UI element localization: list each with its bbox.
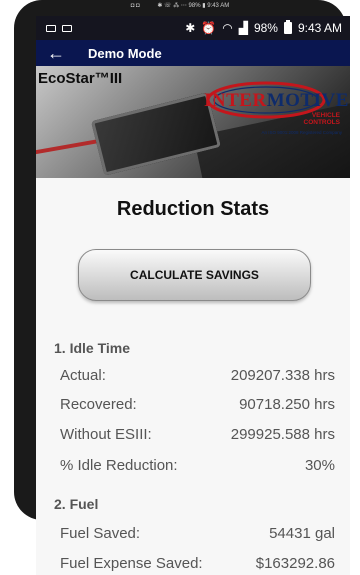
intermotive-logo: INTERMOTIVE VEHICLE CONTROLS An ISO 9001…	[204, 72, 349, 136]
row-label: Fuel Expense Saved:	[60, 554, 203, 572]
app-screen: ✱ ⏰ ◠ ▟ 98% 9:43 AM ← Demo Mode EcoStar™…	[36, 16, 350, 575]
logo-sub-controls: CONTROLS	[303, 119, 340, 126]
clock: 9:43 AM	[297, 21, 342, 35]
row-label: Without ESIII:	[60, 425, 152, 443]
fuel-section-title: 2. Fuel	[54, 496, 99, 512]
app-title: Demo Mode	[88, 45, 162, 61]
idle-actual-row: Actual: 209207.338 hrs	[60, 364, 335, 386]
header-banner: EcoStar™III INTERMOTIVE VEHICLE CONTROLS…	[36, 66, 350, 178]
idle-reduction-row: % Idle Reduction: 30%	[60, 454, 335, 476]
wifi-icon: ◠	[222, 21, 233, 35]
device-top-status: ◘ ◘ ✱ ☏ ⁂ ⋯ 98% ▮ 9:43 AM	[14, 2, 346, 14]
back-button[interactable]: ←	[36, 40, 76, 66]
row-value: $163292.86	[255, 554, 335, 572]
signal-icon: ▟	[238, 21, 248, 35]
fuel-saved-row: Fuel Saved: 54431 gal	[60, 522, 335, 544]
logo-subtitle: VEHICLE CONTROLS	[304, 112, 340, 126]
row-label: Fuel Saved:	[60, 524, 141, 542]
device-top-status-left: ◘ ◘	[130, 3, 140, 9]
alarm-icon: ⏰	[201, 21, 217, 35]
bluetooth-icon: ✱	[185, 21, 196, 35]
battery-icon	[283, 20, 292, 34]
status-bar: ✱ ⏰ ◠ ▟ 98% 9:43 AM	[36, 16, 350, 40]
calculate-savings-button[interactable]: CALCULATE SAVINGS	[78, 249, 311, 301]
row-label: Recovered:	[60, 395, 137, 413]
logo-wordmark: INTERMOTIVE	[204, 90, 349, 112]
battery-percent: 98%	[253, 21, 278, 35]
status-right: ✱ ⏰ ◠ ▟ 98% 9:43 AM	[185, 20, 342, 35]
status-left	[46, 24, 72, 32]
logo-text-inter: INTER	[204, 90, 267, 111]
idle-time-section-title: 1. Idle Time	[54, 340, 130, 356]
idle-recovered-row: Recovered: 90718.250 hrs	[60, 393, 335, 415]
arrow-left-icon: ←	[47, 42, 65, 63]
notification-icon	[46, 24, 56, 32]
idle-without-esiii-row: Without ESIII: 299925.588 hrs	[60, 423, 335, 445]
row-value: 209207.338 hrs	[230, 366, 335, 384]
logo-certification: An ISO 9001:2008 Registered Company	[261, 130, 342, 135]
product-name: EcoStar™III	[38, 70, 123, 87]
device-top-status-right: ✱ ☏ ⁂ ⋯ 98% ▮ 9:43 AM	[157, 3, 230, 9]
message-icon	[62, 24, 72, 32]
fuel-expense-saved-row: Fuel Expense Saved: $163292.86	[60, 552, 335, 574]
logo-sub-vehicle: VEHICLE	[311, 112, 340, 119]
row-label: % Idle Reduction:	[60, 456, 178, 474]
logo-text-motive: MOTIVE	[266, 90, 349, 111]
row-value: 299925.588 hrs	[230, 425, 335, 443]
app-bar: ← Demo Mode	[36, 40, 350, 66]
row-value: 30%	[304, 456, 335, 474]
row-value: 90718.250 hrs	[239, 395, 335, 413]
row-value: 54431 gal	[269, 524, 335, 542]
row-label: Actual:	[60, 366, 106, 384]
page-title: Reduction Stats	[116, 198, 270, 220]
